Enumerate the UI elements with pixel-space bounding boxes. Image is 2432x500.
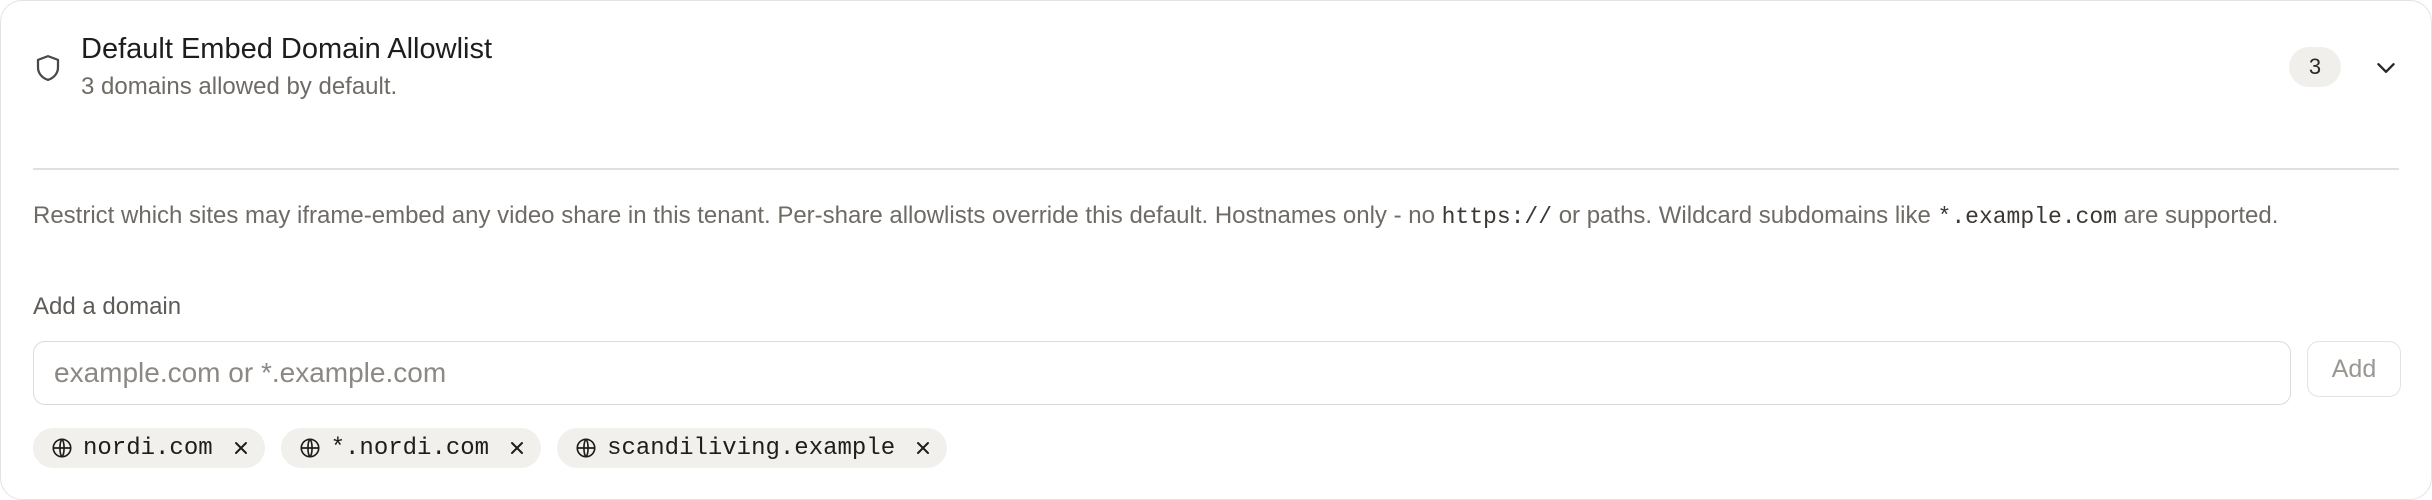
code-https: https://: [1441, 204, 1553, 230]
globe-icon: [576, 438, 596, 458]
description-text: Restrict which sites may iframe-embed an…: [33, 202, 2279, 230]
close-icon[interactable]: [913, 438, 933, 458]
globe-icon: [52, 438, 72, 458]
add-domain-label: Add a domain: [33, 293, 182, 320]
domain-chip: scandiliving.example: [557, 428, 948, 468]
domain-chip-list: nordi.com *.nordi.com scandiliving.examp…: [33, 428, 948, 468]
domain-chip-label: *.nordi.com: [330, 434, 490, 462]
globe-icon: [300, 438, 320, 458]
header-subtitle: 3 domains allowed by default.: [81, 73, 398, 100]
close-icon[interactable]: [231, 438, 251, 458]
card-header[interactable]: Default Embed Domain Allowlist 3 domains…: [33, 31, 2399, 111]
domain-chip: nordi.com: [33, 428, 265, 468]
domain-chip: *.nordi.com: [280, 428, 542, 468]
chevron-down-icon[interactable]: [2373, 55, 2399, 81]
count-badge: 3: [2289, 47, 2341, 87]
add-button[interactable]: Add: [2307, 341, 2401, 397]
code-wildcard-example: *.example.com: [1937, 204, 2117, 230]
page-title: Default Embed Domain Allowlist: [81, 33, 493, 65]
domain-chip-label: nordi.com: [83, 434, 213, 462]
domain-chip-label: scandiliving.example: [607, 434, 896, 462]
domain-input-wrapper: [33, 341, 2291, 405]
allowlist-card: Default Embed Domain Allowlist 3 domains…: [0, 0, 2432, 500]
domain-input[interactable]: [34, 342, 2290, 404]
close-icon[interactable]: [507, 438, 527, 458]
shield-icon: [36, 55, 60, 81]
divider: [33, 168, 2399, 170]
